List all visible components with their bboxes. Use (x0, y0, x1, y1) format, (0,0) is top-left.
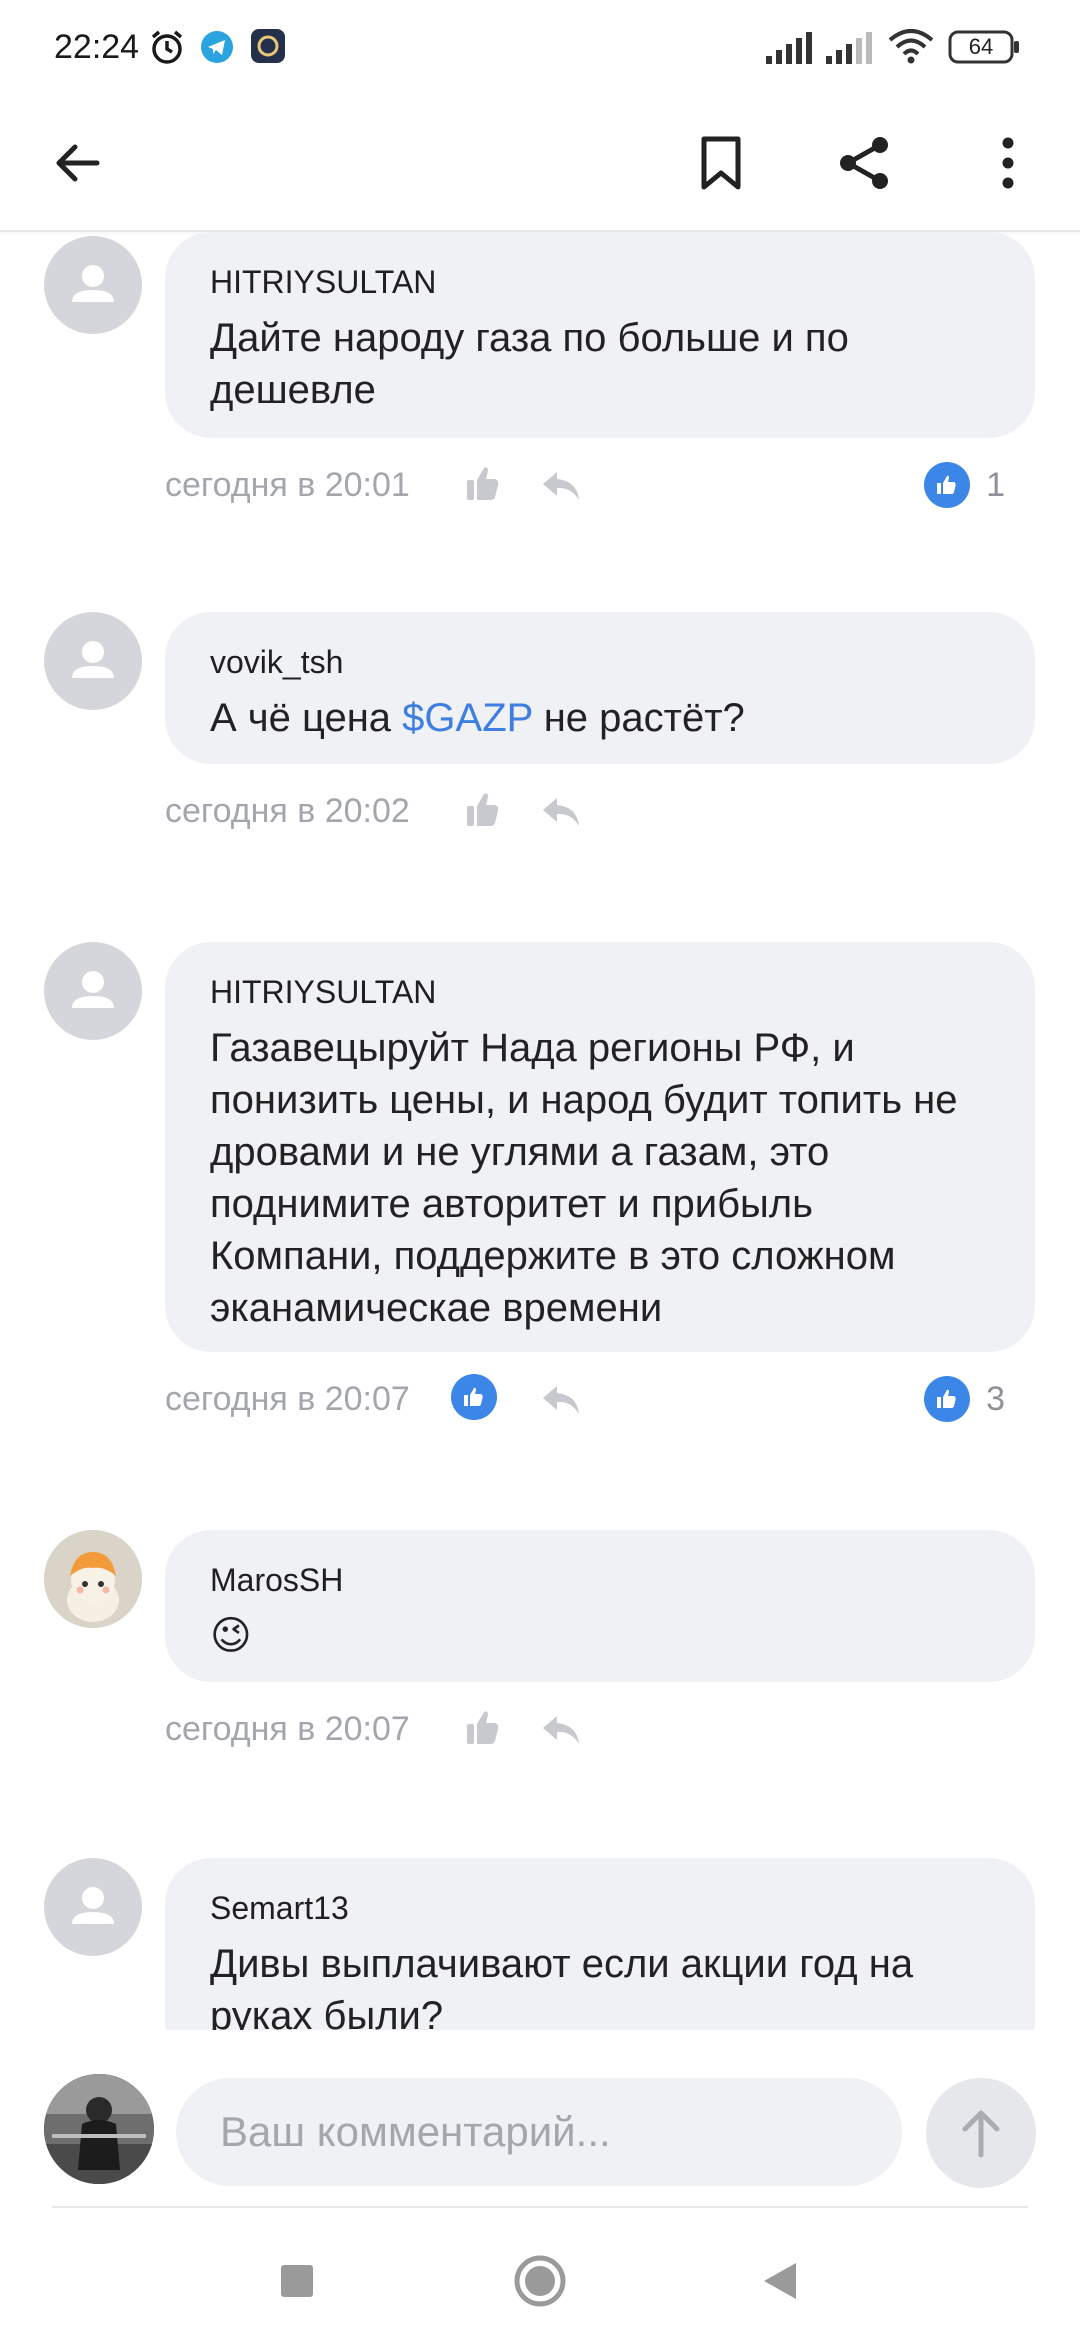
bookmark-button[interactable] (676, 118, 766, 208)
app-notification-icon (250, 28, 286, 69)
avatar[interactable] (44, 612, 142, 710)
likes-summary[interactable]: 1 (924, 458, 1005, 512)
reply-button[interactable] (537, 1378, 587, 1422)
comment-composer (0, 2040, 1080, 2206)
profile-photo-icon (44, 2074, 154, 2184)
like-button[interactable] (455, 784, 509, 838)
like-reaction-icon (924, 1376, 971, 1422)
avatar[interactable] (44, 942, 142, 1040)
comment-author[interactable]: HITRIYSULTAN (210, 972, 995, 1012)
triangle-back-icon (764, 2263, 796, 2299)
circle-icon (514, 2255, 566, 2307)
comment-bubble: MarosSH 😉 (165, 1530, 1035, 1682)
comment-text: Дайте народу газа по больше и по дешевле (210, 316, 849, 412)
status-bar: 22:24 64 (0, 0, 1080, 96)
user-placeholder-icon (72, 641, 114, 678)
thumbs-up-icon (467, 1711, 499, 1744)
comment-meta: сегодня в 20:07 3 (165, 1372, 1005, 1432)
comment-date: сегодня в 20:02 (165, 792, 410, 830)
signal-icon-2 (826, 30, 878, 69)
comment-text: А чё цена $GAZP не растёт? (210, 692, 995, 744)
user-placeholder-icon (72, 1887, 114, 1924)
status-time: 22:24 (54, 28, 140, 66)
comment-text-part: А чё цена (210, 696, 403, 740)
thumbs-up-active-icon (451, 1374, 497, 1420)
comment-input[interactable] (176, 2078, 902, 2186)
likes-count: 1 (986, 465, 1005, 504)
home-button[interactable] (505, 2246, 575, 2316)
reply-button[interactable] (537, 464, 587, 508)
bookmark-icon (701, 136, 741, 190)
comment-date: сегодня в 20:01 (165, 466, 410, 504)
ticker-link[interactable]: $GAZP (402, 696, 532, 740)
user-placeholder-icon (72, 265, 114, 302)
comment-bubble: HITRIYSULTAN Газавецыруйт Нада регионы Р… (165, 942, 1035, 1352)
my-avatar[interactable] (44, 2074, 154, 2184)
reply-icon (543, 798, 579, 826)
reply-button[interactable] (537, 1708, 587, 1752)
comment-date: сегодня в 20:07 (165, 1710, 410, 1748)
thumbs-up-icon (467, 467, 499, 500)
alarm-icon (148, 28, 186, 71)
comment-meta: сегодня в 20:01 1 (165, 458, 1005, 518)
battery-icon: 64 (948, 30, 1020, 66)
signal-icon (766, 30, 818, 69)
comment-meta: сегодня в 20:02 (165, 784, 1005, 844)
back-arrow-icon (56, 144, 100, 182)
square-icon (281, 2265, 313, 2297)
divider (52, 2206, 1028, 2208)
system-nav-bar (0, 2210, 1080, 2340)
reply-icon (543, 472, 579, 500)
avatar[interactable] (44, 236, 142, 334)
share-button[interactable] (819, 118, 909, 208)
reply-icon (543, 1716, 579, 1744)
reply-button[interactable] (537, 790, 587, 834)
comment-author[interactable]: Semart13 (210, 1888, 995, 1928)
app-bar (0, 96, 1080, 232)
wifi-icon (888, 28, 934, 69)
comment-bubble: vovik_tsh А чё цена $GAZP не растёт? (165, 612, 1035, 764)
comment-text-part: не растёт? (532, 696, 745, 740)
cartoon-avatar-icon (44, 1530, 142, 1628)
reply-icon (543, 1386, 579, 1414)
comment-text: Дивы выплачивают если акции год на руках… (210, 1942, 914, 2030)
likes-count: 3 (986, 1379, 1005, 1418)
avatar[interactable] (44, 1858, 142, 1956)
like-reaction-icon (924, 462, 971, 508)
share-icon (840, 137, 888, 189)
like-button[interactable] (455, 1702, 509, 1756)
thumbs-up-icon (467, 793, 499, 826)
comment-date: сегодня в 20:07 (165, 1380, 410, 1418)
comment-bubble: HITRIYSULTAN Дайте народу газа по больше… (165, 232, 1035, 438)
arrow-up-icon (962, 2110, 1000, 2158)
back-nav-button[interactable] (745, 2246, 815, 2316)
battery-level: 64 (968, 34, 994, 59)
likes-summary[interactable]: 3 (924, 1372, 1005, 1426)
comment-bubble: Semart13 Дивы выплачивают если акции год… (165, 1858, 1035, 2030)
comment-meta: сегодня в 20:07 (165, 1702, 1005, 1762)
like-button-active[interactable] (451, 1374, 505, 1428)
comment-feed[interactable]: HITRIYSULTAN Дайте народу газа по больше… (0, 232, 1080, 2030)
send-button[interactable] (926, 2078, 1036, 2188)
like-button[interactable] (455, 458, 509, 512)
more-button[interactable] (963, 118, 1053, 208)
avatar[interactable] (44, 1530, 142, 1628)
comment-text: Газавецыруйт Нада регионы РФ, и понизить… (210, 1026, 958, 1330)
more-vertical-icon (1002, 137, 1014, 189)
user-placeholder-icon (72, 971, 114, 1008)
telegram-icon (200, 30, 234, 69)
comment-author[interactable]: vovik_tsh (210, 642, 995, 682)
recent-apps-button[interactable] (262, 2246, 332, 2316)
comment-text: 😉 (210, 1614, 252, 1658)
comment-author[interactable]: HITRIYSULTAN (210, 262, 995, 302)
back-button[interactable] (32, 118, 122, 208)
comment-author[interactable]: MarosSH (210, 1560, 995, 1600)
